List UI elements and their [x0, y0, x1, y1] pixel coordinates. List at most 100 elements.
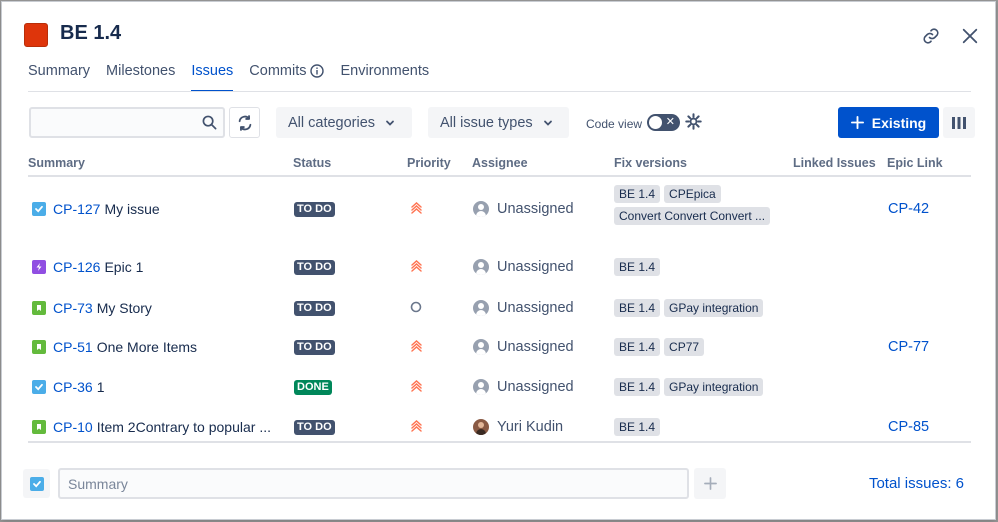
close-icon[interactable]	[960, 26, 980, 46]
summary-cell: CP-51 One More Items	[32, 338, 197, 356]
epic-link[interactable]: CP-85	[888, 419, 929, 435]
search-input[interactable]	[31, 109, 191, 136]
tab-label: Environments	[340, 63, 430, 79]
fix-version-tag[interactable]: BE 1.4	[614, 338, 661, 356]
priority-highest-icon	[410, 339, 423, 353]
gear-icon[interactable]	[685, 113, 702, 130]
table-row[interactable]: CP-127 My issue TO DO Unassigned BE 1.4 CPEpi…	[28, 185, 971, 233]
issue-key-link[interactable]: CP-51	[53, 339, 93, 355]
avatar	[473, 201, 489, 217]
assignee-name: Unassigned	[497, 259, 574, 275]
toggle-off-icon: ✕	[665, 116, 675, 128]
assignee-cell: Unassigned	[473, 378, 574, 396]
assignee-name: Unassigned	[497, 379, 574, 395]
columns-button[interactable]	[943, 107, 975, 138]
status-cell: TO DO	[294, 200, 335, 218]
create-issue-button[interactable]	[694, 468, 726, 499]
new-issue-summary-input[interactable]	[58, 468, 689, 499]
categories-label: All categories	[288, 114, 376, 131]
tab-label: Summary	[28, 63, 91, 79]
epic-link[interactable]: CP-42	[888, 201, 929, 217]
status-cell: TO DO	[294, 418, 335, 436]
issue-key-link[interactable]: CP-127	[53, 201, 100, 217]
status-badge: DONE	[294, 379, 332, 395]
issue-key-link[interactable]: CP-36	[53, 379, 93, 395]
issue-summary: 1	[96, 379, 105, 395]
column-header-linked-issues[interactable]: Linked Issues	[793, 156, 876, 170]
issue-key-link[interactable]: CP-126	[53, 259, 100, 275]
link-icon[interactable]	[921, 26, 941, 46]
fix-versions-cell: BE 1.4 GPay integration	[614, 298, 767, 318]
status-cell: TO DO	[294, 299, 335, 317]
priority-highest-icon	[410, 259, 423, 273]
priority-cell	[410, 257, 423, 275]
fix-version-tag[interactable]: BE 1.4	[614, 299, 661, 317]
categories-dropdown[interactable]: All categories	[276, 107, 412, 138]
fix-version-tag[interactable]: Convert Convert Convert ...	[614, 207, 771, 225]
tab-issues[interactable]: Issues	[191, 63, 233, 92]
issue-key-link[interactable]: CP-10	[53, 419, 93, 435]
column-header-status[interactable]: Status	[293, 156, 331, 170]
table-row[interactable]: CP-51 One More Items TO DO Unassigned BE 1.4…	[28, 330, 971, 364]
fix-version-tag[interactable]: CP77	[664, 338, 705, 356]
table-row[interactable]: CP-73 My Story TO DO Unassigned BE 1.4 GPay i…	[28, 291, 971, 325]
code-view-toggle[interactable]: ✕	[647, 114, 680, 131]
table-bottom-divider	[28, 441, 971, 443]
tab-milestones[interactable]: Milestones	[106, 63, 175, 84]
story-icon	[32, 301, 46, 315]
search-icon	[202, 115, 217, 130]
add-existing-button[interactable]: Existing	[838, 107, 939, 138]
fix-versions-cell: BE 1.4	[614, 417, 664, 437]
dialog-title: BE 1.4	[60, 22, 122, 44]
assignee-cell: Unassigned	[473, 299, 574, 317]
issue-key-link[interactable]: CP-73	[53, 300, 93, 316]
column-header-fix-versions[interactable]: Fix versions	[614, 156, 687, 170]
status-cell: DONE	[294, 378, 332, 396]
assignee-cell: Unassigned	[473, 200, 574, 218]
fix-version-tag[interactable]: CPEpica	[664, 185, 721, 203]
column-header-summary[interactable]: Summary	[28, 156, 85, 170]
table-row[interactable]: CP-36 1 DONE Unassigned BE 1.4 GPay integrati…	[28, 370, 971, 404]
refresh-button[interactable]	[229, 107, 260, 138]
issue-types-dropdown[interactable]: All issue types	[428, 107, 569, 138]
issue-type-selector[interactable]	[23, 469, 50, 498]
fix-version-tag[interactable]: GPay integration	[664, 378, 764, 396]
column-header-priority[interactable]: Priority	[407, 156, 451, 170]
epic-icon	[32, 260, 46, 274]
assignee-cell: Unassigned	[473, 338, 574, 356]
fix-version-tag[interactable]: GPay integration	[664, 299, 764, 317]
table-row[interactable]: CP-10 Item 2Contrary to popular ... TO DO Y…	[28, 410, 971, 444]
summary-cell: CP-126 Epic 1	[32, 258, 143, 276]
header-divider	[28, 175, 971, 177]
fix-version-tag[interactable]: BE 1.4	[614, 185, 661, 203]
fix-version-tag[interactable]: BE 1.4	[614, 258, 661, 276]
fix-version-tag[interactable]: BE 1.4	[614, 418, 661, 436]
tab-environments[interactable]: Environments	[340, 63, 430, 84]
assignee-name: Yuri Kudin	[497, 419, 564, 435]
fix-version-tag[interactable]: BE 1.4	[614, 378, 661, 396]
chevron-down-icon	[386, 120, 394, 126]
task-icon	[32, 202, 46, 216]
status-badge: TO DO	[294, 259, 335, 275]
issue-summary: My issue	[104, 201, 160, 217]
priority-none-icon	[410, 301, 422, 313]
plus-icon	[703, 477, 717, 490]
epic-link[interactable]: CP-77	[888, 339, 929, 355]
issue-summary: One More Items	[96, 339, 198, 355]
status-badge: TO DO	[294, 201, 335, 217]
tab-label: Commits	[249, 63, 307, 79]
issue-types-label: All issue types	[440, 114, 533, 131]
priority-cell	[410, 417, 423, 435]
priority-cell	[410, 337, 423, 355]
avatar	[473, 259, 489, 275]
total-issues-link[interactable]: Total issues: 6	[869, 475, 964, 492]
existing-label: Existing	[871, 114, 927, 131]
avatar	[473, 339, 489, 355]
assignee-cell: Yuri Kudin	[473, 418, 563, 436]
tab-summary[interactable]: Summary	[28, 63, 91, 84]
column-header-assignee[interactable]: Assignee	[472, 156, 528, 170]
table-row[interactable]: CP-126 Epic 1 TO DO Unassigned BE 1.4	[28, 250, 971, 284]
tab-commits[interactable]: Commits	[249, 63, 325, 84]
column-header-epic-link[interactable]: Epic Link	[887, 156, 943, 170]
plus-icon	[850, 116, 864, 129]
